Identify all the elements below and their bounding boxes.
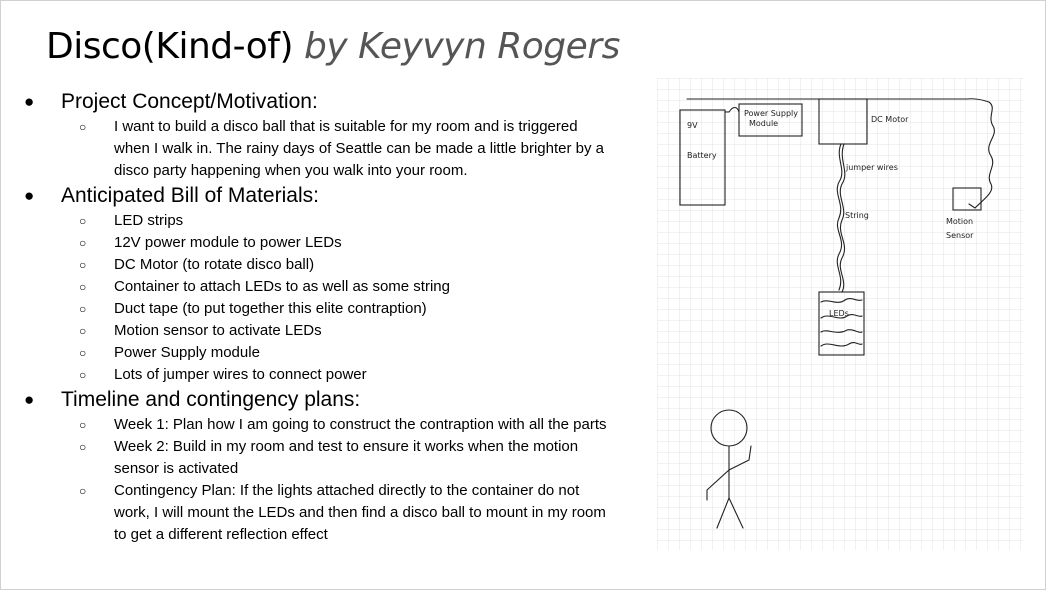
list-item-text: LED strips — [114, 212, 184, 229]
bullet-icon: ● — [24, 390, 35, 409]
list-item-text: Lots of jumper wires to connect power — [114, 366, 367, 383]
list-item-text: Container to attach LEDs to as well as s… — [114, 278, 450, 295]
sub-bullet-icon: ○ — [79, 418, 87, 432]
sketch-diagram: 9V Battery Power Supply Module DC Motor … — [657, 78, 1023, 550]
section-heading-text: Anticipated Bill of Materials: — [61, 184, 319, 207]
list-item-text: 12V power module to power LEDs — [114, 234, 342, 251]
list-item: ○ LED strips — [0, 210, 650, 232]
label-sensor: Sensor — [946, 231, 974, 240]
sub-bullet-icon: ○ — [79, 484, 87, 498]
list-item: ○ Lots of jumper wires to connect power — [0, 364, 650, 386]
list-item: ○ I want to build a disco ball that is s… — [0, 116, 650, 182]
sub-bullet-icon: ○ — [79, 440, 87, 454]
list-item: ○ Container to attach LEDs to as well as … — [0, 276, 650, 298]
section-heading-text: Timeline and contingency plans: — [61, 388, 361, 411]
bullet-icon: ● — [24, 186, 35, 205]
label-power-supply-2: Module — [749, 119, 778, 128]
bullet-icon: ● — [24, 92, 35, 111]
section-heading-text: Project Concept/Motivation: — [61, 90, 318, 113]
sub-bullet-icon: ○ — [79, 280, 87, 294]
list-item: ○ Week 1: Plan how I am going to construc… — [0, 414, 650, 436]
list-item-text: Duct tape (to put together this elite co… — [114, 300, 427, 317]
sub-bullet-icon: ○ — [79, 120, 87, 134]
title-byline: by Keyvyn Rogers — [303, 26, 620, 67]
label-battery: Battery — [687, 151, 717, 160]
section-heading-materials: ● Anticipated Bill of Materials: — [0, 182, 650, 210]
label-jumper-wires: jumper wires — [845, 163, 898, 172]
slide: Disco(Kind-of) by Keyvyn Rogers ● Projec… — [0, 0, 1046, 590]
label-battery-voltage: 9V — [687, 121, 698, 130]
list-item-text: Contingency Plan: If the lights attached… — [114, 482, 606, 543]
slide-title: Disco(Kind-of) by Keyvyn Rogers — [46, 26, 620, 67]
label-power-supply-1: Power Supply — [744, 109, 798, 118]
label-leds: LEDs — [829, 309, 849, 318]
title-main: Disco(Kind-of) — [46, 26, 294, 67]
section-heading-concept: ● Project Concept/Motivation: — [0, 88, 650, 116]
list-item: ○ Motion sensor to activate LEDs — [0, 320, 650, 342]
sub-bullet-icon: ○ — [79, 214, 87, 228]
label-string: String — [845, 211, 869, 220]
label-dc-motor: DC Motor — [871, 115, 909, 124]
sub-bullet-icon: ○ — [79, 368, 87, 382]
sub-bullet-icon: ○ — [79, 302, 87, 316]
list-item-text: Week 1: Plan how I am going to construct… — [114, 416, 607, 433]
list-item-text: I want to build a disco ball that is sui… — [114, 118, 604, 179]
sub-bullet-icon: ○ — [79, 346, 87, 360]
list-item: ○ 12V power module to power LEDs — [0, 232, 650, 254]
list-item-text: Power Supply module — [114, 344, 260, 361]
bullet-content: ● Project Concept/Motivation: ○ I want t… — [0, 88, 650, 546]
list-item: ○ Power Supply module — [0, 342, 650, 364]
sub-bullet-icon: ○ — [79, 236, 87, 250]
label-motion: Motion — [946, 217, 973, 226]
section-heading-timeline: ● Timeline and contingency plans: — [0, 386, 650, 414]
sub-bullet-icon: ○ — [79, 258, 87, 272]
list-item: ○ Duct tape (to put together this elite c… — [0, 298, 650, 320]
list-item: ○ DC Motor (to rotate disco ball) — [0, 254, 650, 276]
list-item-text: Week 2: Build in my room and test to ens… — [114, 438, 579, 477]
list-item: ○ Contingency Plan: If the lights attache… — [0, 480, 650, 546]
list-item-text: DC Motor (to rotate disco ball) — [114, 256, 315, 273]
list-item: ○ Week 2: Build in my room and test to en… — [0, 436, 650, 480]
sub-bullet-icon: ○ — [79, 324, 87, 338]
list-item-text: Motion sensor to activate LEDs — [114, 322, 322, 339]
